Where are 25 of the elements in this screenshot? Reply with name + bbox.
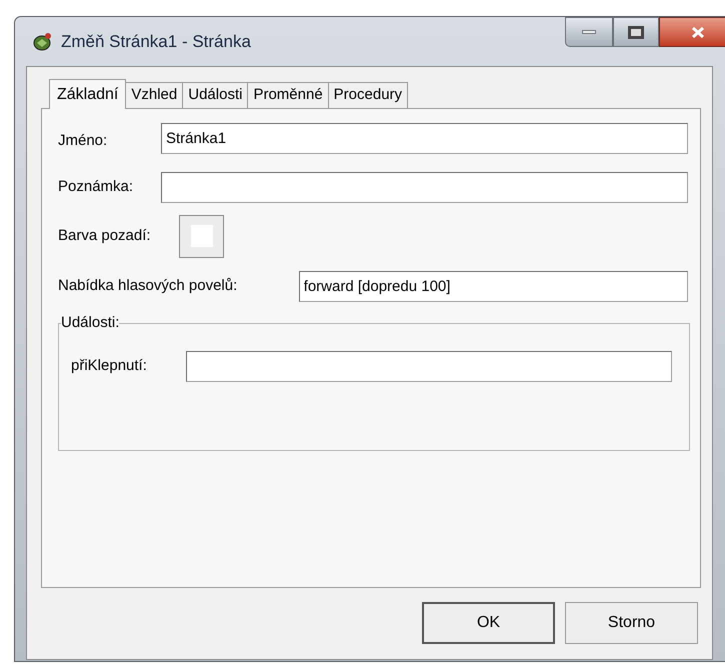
tab[interactable]: Proměnné bbox=[248, 82, 329, 109]
voice-menu-field[interactable]: forward [dopredu 100] bbox=[298, 271, 688, 302]
minimize-icon bbox=[582, 30, 596, 34]
field-label: Poznámka: bbox=[58, 177, 134, 198]
note-field[interactable] bbox=[161, 172, 688, 203]
field-label: Barva pozadí: bbox=[58, 226, 152, 246]
on-click-field[interactable] bbox=[186, 351, 672, 382]
tab[interactable]: Základní bbox=[49, 79, 126, 109]
window-title: Změň Stránka1 - Stránka bbox=[61, 30, 251, 53]
close-icon bbox=[691, 26, 705, 38]
tab[interactable]: Vzhled bbox=[126, 82, 184, 109]
close-button[interactable] bbox=[659, 17, 725, 47]
turtle-icon bbox=[31, 30, 53, 52]
color-button[interactable] bbox=[179, 214, 224, 258]
dialog-button[interactable]: Storno bbox=[565, 602, 698, 644]
tab[interactable]: Události bbox=[183, 82, 248, 109]
maximize-button[interactable] bbox=[613, 17, 659, 47]
field-label: Jméno: bbox=[58, 131, 108, 152]
dialog-button[interactable]: OK bbox=[422, 602, 555, 644]
field-label: přiKlepnutí: bbox=[71, 356, 148, 376]
field-label: Nabídka hlasových povelů: bbox=[58, 276, 238, 296]
name-field[interactable]: Stránka1 bbox=[161, 123, 688, 154]
tab[interactable]: Procedury bbox=[328, 82, 408, 109]
minimize-button[interactable] bbox=[565, 17, 613, 47]
maximize-icon bbox=[628, 26, 644, 38]
